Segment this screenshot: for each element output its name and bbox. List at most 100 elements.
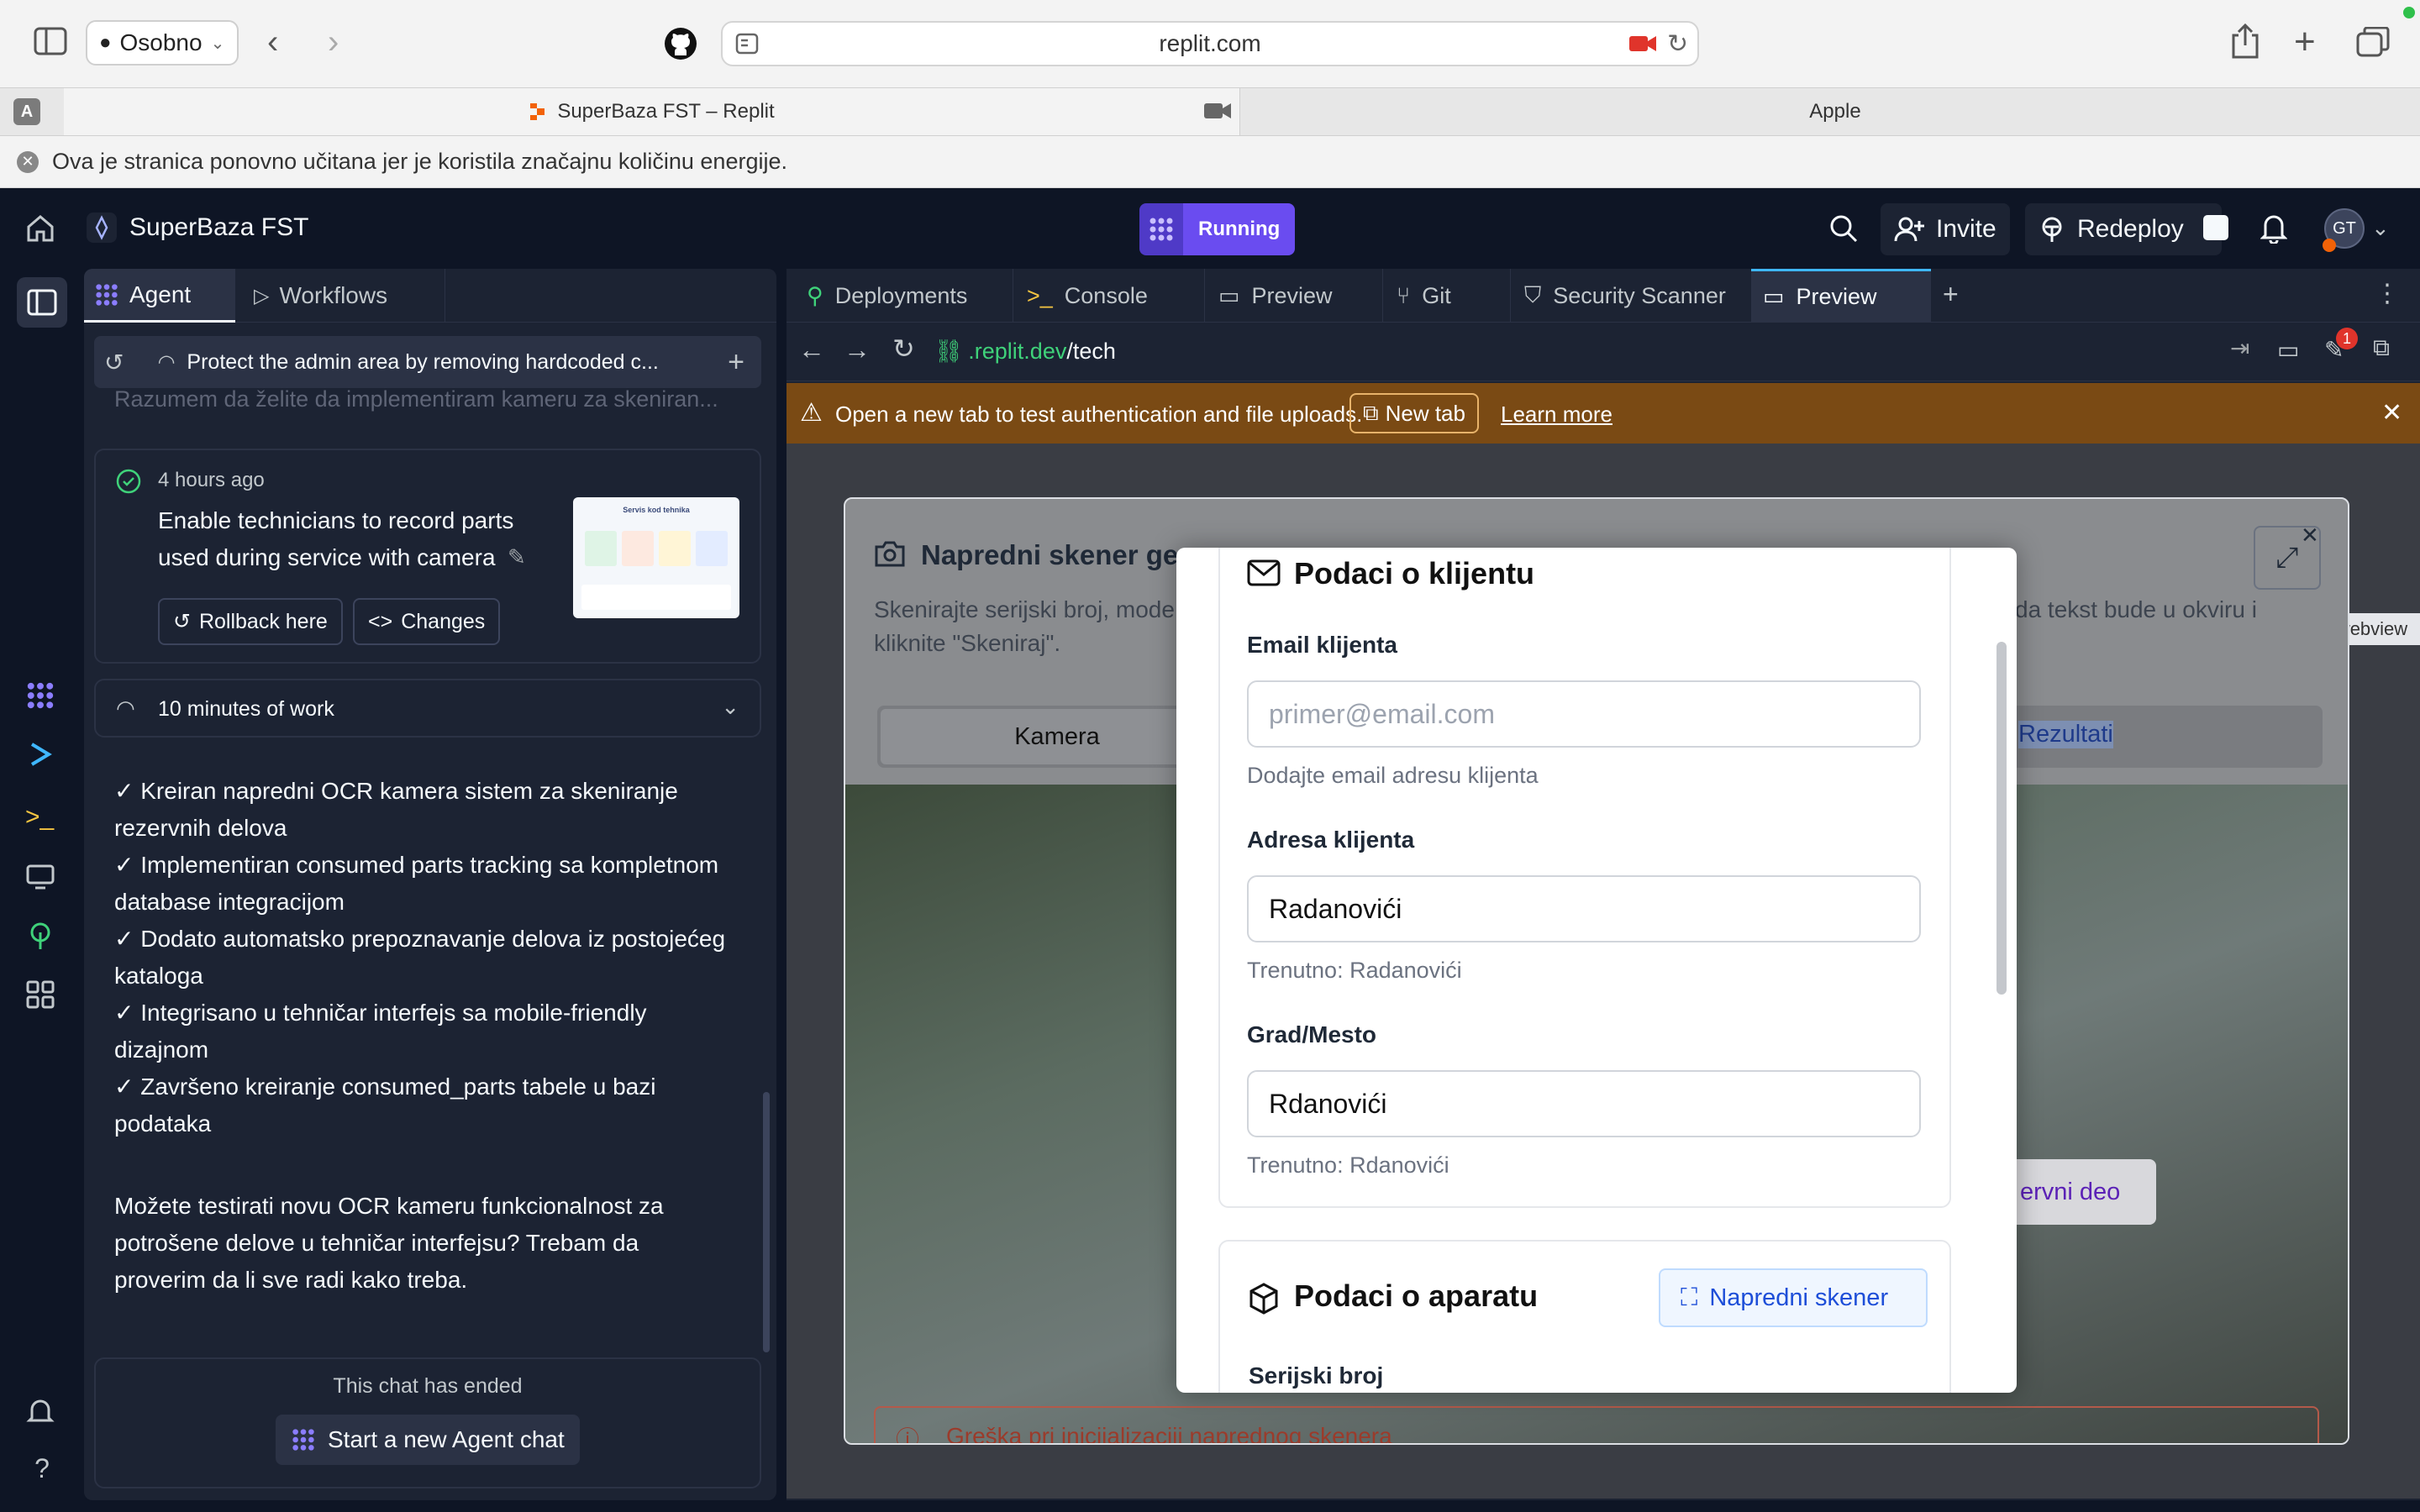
more-icon[interactable]: ⋮ [2375,279,2400,308]
rollback-button[interactable]: ↺ Rollback here [158,598,343,645]
tab-agent[interactable]: Agent [84,269,235,323]
chat-ended-card: This chat has ended Start a new Agent ch… [94,1357,761,1488]
replit-agent-icon [1139,203,1183,255]
message-line: podataka [114,1110,212,1137]
scrollbar[interactable] [763,1092,770,1352]
preview-icon[interactable] [25,862,59,895]
github-icon[interactable] [664,27,697,60]
error-text: Greška pri inicijalizaciji naprednog ske… [946,1423,1392,1445]
invite-button[interactable]: Invite [1881,203,2010,255]
warning-icon: ⚠ [800,399,823,427]
close-icon[interactable]: ✕ [17,150,39,173]
new-tab-icon[interactable]: + [2294,24,2316,60]
work-summary[interactable]: ◠ 10 minutes of work ⌄ [94,679,761,738]
thumbnail-card [696,531,728,566]
address-label: Adresa klijenta [1247,827,1415,853]
search-icon[interactable] [1828,213,1859,244]
new-agent-chat-button[interactable]: Start a new Agent chat [276,1415,580,1465]
run-status[interactable]: Running [1139,203,1296,255]
form-scrollbar[interactable] [1996,642,2007,995]
email-field[interactable]: primer@email.com [1247,680,1921,748]
chat-ended-text: This chat has ended [333,1374,523,1398]
deploy-menu-icon[interactable] [2203,215,2228,240]
tab-label: Git [1422,282,1451,308]
tab-group-badge[interactable]: A [13,98,40,125]
forward-icon[interactable]: → [844,334,871,365]
close-icon[interactable]: ✕ [2301,522,2319,549]
tab-preview-active[interactable]: ▭ Preview [1751,269,1931,323]
advanced-scanner-button[interactable]: ⛶ Napredni skener [1659,1268,1928,1327]
tab-apple[interactable]: Apple [1242,88,2418,135]
address-bar[interactable]: replit.com ↻ [721,21,1699,66]
workspace-tab-bar: ⚲ Deployments >_ Console ▭ Preview ⑂ Git… [786,269,2420,323]
package-icon [1247,1282,1281,1315]
avatar-badge [2323,239,2336,252]
device-section: Podaci o aparatu ⛶ Napredni skener Serij… [1218,1240,1951,1393]
scanner-desc: da tekst bude u okviru i [2015,596,2257,622]
workflow-icon[interactable] [25,739,59,773]
add-tab-icon[interactable]: + [1943,279,1959,310]
camera-tab-icon[interactable] [1203,100,1232,122]
address-field[interactable]: Radanovići [1247,875,1921,942]
plus-icon[interactable]: + [728,346,744,379]
tab-console[interactable]: >_ Console [1015,269,1205,323]
project-name[interactable]: SuperBaza FST [129,213,308,242]
tab-workflows[interactable]: ▷ Workflows [244,269,445,323]
forward-icon[interactable]: › [328,25,339,59]
agent-icon[interactable] [25,680,59,714]
city-field[interactable]: Rdanovići [1247,1070,1921,1137]
checkpoint-time: 4 hours ago [158,469,265,491]
back-icon[interactable]: ‹ [267,25,278,59]
alert-icon[interactable] [25,1396,59,1430]
go-icon[interactable]: ⇥ [2230,334,2249,362]
play-icon: ▷ [254,284,270,307]
question-line: Možete testirati novu OCR kameru funkcio… [114,1193,664,1219]
partial-button[interactable]: ervni deo [2005,1159,2156,1225]
invite-label: Invite [1936,215,1996,243]
thread-title[interactable]: Protect the admin area by removing hardc… [187,350,657,375]
profile-button[interactable]: ● Osobno ⌄ [86,20,239,66]
files-icon[interactable] [25,286,59,319]
reload-icon[interactable]: ↻ [892,333,915,365]
tab-label: Agent [129,281,192,307]
deployments-icon[interactable] [25,921,59,954]
tab-security-scanner[interactable]: ⛉ Security Scanner [1512,269,1765,323]
tab-results[interactable]: Rezultati [2018,721,2113,748]
reload-icon[interactable]: ↻ [1667,29,1688,59]
history-icon[interactable]: ↺ [104,349,124,376]
device-icon[interactable]: ▭ [2277,336,2299,364]
new-tab-button[interactable]: ⧉ New tab [1349,393,1479,433]
history-icon: ↺ [173,610,191,633]
tab-git[interactable]: ⑂ Git [1385,269,1511,323]
back-icon[interactable]: ← [798,334,825,365]
open-external-icon[interactable]: ⧉ [2373,334,2390,362]
console-icon[interactable]: >_ [25,803,59,837]
close-icon[interactable]: ✕ [2381,398,2402,428]
learn-more-link[interactable]: Learn more [1501,402,1612,428]
device-section-title: Podaci o aparatu [1294,1278,1539,1313]
checkpoint-title-line: Enable technicians to record parts [158,507,514,533]
tab-overview-icon[interactable] [2356,27,2390,57]
shield-icon: ⛉ [1524,282,1542,307]
help-icon[interactable]: ? [25,1453,59,1487]
tab-preview[interactable]: ▭ Preview [1207,269,1383,323]
redeploy-button[interactable]: Redeploy [2025,203,2222,255]
replit-favicon-icon [529,102,547,121]
pencil-icon[interactable]: ✎ [508,544,526,570]
changes-button[interactable]: <> Changes [353,598,501,645]
page-settings-icon[interactable] [734,31,760,56]
checkpoint-thumbnail[interactable]: Servis kod tehnika [573,497,739,618]
preview-address[interactable]: ⛓ .replit.dev /tech [934,331,2212,371]
home-icon[interactable] [25,213,55,244]
chevron-down-icon[interactable]: ⌄ [2371,215,2390,241]
bell-icon[interactable] [2260,212,2287,244]
camera-in-use-icon[interactable] [1628,33,1657,55]
apps-grid-icon[interactable] [25,979,59,1013]
tab-replit[interactable]: SuperBaza FST – Replit [64,88,1240,135]
sidebar-toggle-icon[interactable] [34,27,67,55]
share-icon[interactable] [2230,24,2260,59]
chevron-down-icon[interactable]: ⌄ [721,694,739,720]
error-box: ⓘ Greška pri inicijalizaciji naprednog s… [874,1406,2319,1445]
thumbnail-card [585,531,617,566]
tab-deployments[interactable]: ⚲ Deployments [795,269,1013,323]
